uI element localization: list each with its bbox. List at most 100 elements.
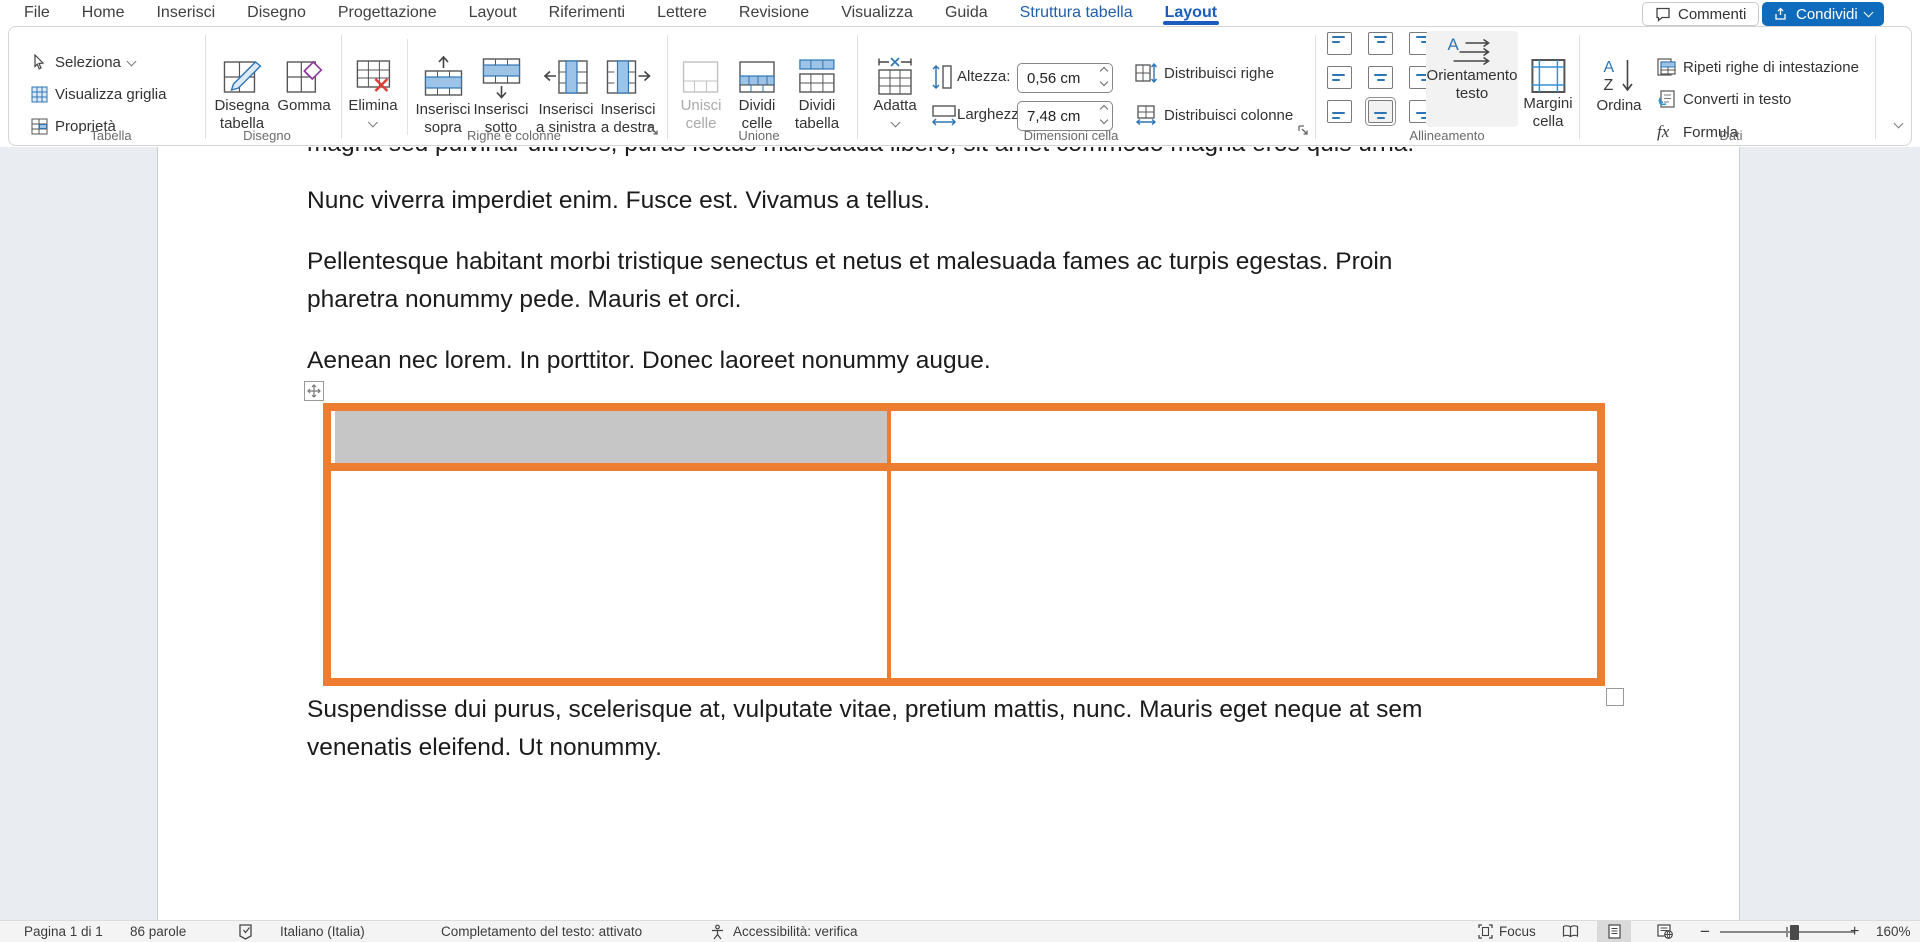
zoom-level[interactable]: 160% [1876,921,1911,942]
distribute-columns-button[interactable]: Distribuisci colonne [1135,105,1293,125]
formula-icon: fx [1657,122,1676,142]
language-indicator[interactable]: Italiano (Italia) [280,921,365,942]
insert-left-icon [542,55,590,101]
share-button[interactable]: Condividi [1762,2,1884,26]
dialog-launcher-icon[interactable] [647,124,660,137]
group-label-dimensioni-cella: Dimensioni cella [1024,128,1119,143]
text-completion-indicator[interactable]: Completamento del testo: attivato [441,921,642,942]
column-width-value[interactable] [1018,102,1112,130]
tab-progettazione[interactable]: Progettazione [332,4,443,22]
align-top-left-button[interactable] [1327,32,1352,55]
group-divider [857,35,858,139]
table-cell[interactable] [891,411,1597,463]
row-height-stepper[interactable] [1101,68,1107,85]
group-divider [1315,35,1316,139]
read-mode-button[interactable] [1553,921,1587,942]
table-border-left[interactable] [323,403,331,686]
repeat-header-rows-button[interactable]: Ripeti righe di intestazione [1657,58,1859,76]
group-divider [667,35,668,139]
distribute-rows-button[interactable]: Distribuisci righe [1135,63,1274,83]
insert-above-button[interactable]: Inserisci sopra [415,55,470,137]
draw-table-button[interactable]: Disegna tabella [214,57,269,133]
tab-file[interactable]: File [18,4,56,22]
split-table-button[interactable]: Dividi tabella [795,57,839,133]
tab-home[interactable]: Home [76,4,131,22]
table-border-right[interactable] [1597,403,1605,686]
comments-button[interactable]: Commenti [1642,2,1759,26]
convert-to-text-button[interactable]: Converti in testo [1657,90,1791,108]
title-bar: File Home Inserisci Disegno Progettazion… [0,0,1920,26]
proofing-book-icon[interactable] [238,921,253,942]
focus-icon [1478,924,1493,939]
print-layout-button[interactable] [1597,921,1631,942]
text-direction-button[interactable]: A Orientamento testo [1426,31,1518,127]
table-border-bottom[interactable] [323,678,1605,686]
align-bottom-center-button[interactable] [1368,100,1393,123]
collapse-ribbon-icon[interactable] [1894,119,1904,129]
svg-text:A: A [1448,35,1460,54]
tab-layout[interactable]: Layout [463,4,523,22]
eraser-button[interactable]: Gomma [277,57,330,115]
align-center-button[interactable] [1368,66,1393,89]
chevron-down-icon[interactable] [1863,8,1873,18]
insert-above-icon [419,55,467,101]
delete-table-button[interactable]: Elimina [348,57,397,126]
row-height-value[interactable] [1018,64,1112,92]
group-label-dati: Dati [1719,128,1742,143]
table-border-top[interactable] [323,403,1605,411]
tab-visualizza[interactable]: Visualizza [835,4,919,22]
distribute-columns-icon [1135,105,1157,125]
split-cells-icon [737,57,777,97]
sort-button[interactable]: A Z Ordina [1596,57,1641,115]
dialog-launcher-icon[interactable] [1297,124,1310,137]
table-cell[interactable] [331,471,887,678]
table-resize-handle[interactable] [1606,688,1624,706]
split-cells-button[interactable]: Dividi celle [737,57,777,133]
table-properties-icon [31,118,48,135]
tab-revisione[interactable]: Revisione [733,4,815,22]
view-gridlines-button[interactable]: Visualizza griglia [31,86,166,103]
align-top-center-button[interactable] [1368,32,1393,55]
table-cell[interactable] [891,471,1597,678]
autofit-button[interactable]: Adatta [873,55,917,126]
zoom-in-button[interactable]: + [1850,921,1859,942]
document-page[interactable]: magna sed pulvinar ultricies, purus lect… [157,147,1740,920]
row-height-input[interactable] [1017,63,1113,93]
align-center-left-button[interactable] [1327,66,1352,89]
tab-inserisci[interactable]: Inserisci [150,4,221,22]
group-label-tabella: Tabella [90,128,131,143]
column-width-input[interactable] [1017,101,1113,131]
select-menu-button[interactable]: Seleziona [31,54,135,71]
delete-table-icon [353,57,393,97]
tab-disegno[interactable]: Disegno [241,4,312,22]
table-cell-selected[interactable] [335,411,887,463]
group-label-disegno: Disegno [243,128,291,143]
eraser-icon [284,57,324,97]
cell-margins-button[interactable]: Margini cella [1523,57,1572,131]
align-bottom-left-button[interactable] [1327,100,1352,123]
tab-riferimenti[interactable]: Riferimenti [543,4,631,22]
tab-struttura-tabella[interactable]: Struttura tabella [1014,4,1139,22]
zoom-slider-thumb[interactable] [1790,925,1799,940]
page-indicator[interactable]: Pagina 1 di 1 [24,921,103,942]
row-height-label: Altezza: [957,68,1010,85]
doc-text-line-clipped: magna sed pulvinar ultricies, purus lect… [307,147,1414,163]
insert-left-button[interactable]: Inserisci a sinistra [536,55,596,137]
document-table[interactable] [323,403,1605,686]
document-area: magna sed pulvinar ultricies, purus lect… [0,147,1920,920]
tab-guida[interactable]: Guida [939,4,994,22]
column-width-icon [931,103,957,127]
select-cursor-icon [31,54,48,71]
accessibility-check[interactable]: Accessibilità: verifica [733,921,858,942]
focus-mode-button[interactable]: Focus [1478,921,1536,942]
word-count[interactable]: 86 parole [130,921,186,942]
table-row-divider[interactable] [323,463,1605,471]
column-width-stepper[interactable] [1101,106,1107,123]
doc-text-line: Nunc viverra imperdiet enim. Fusce est. … [307,182,930,220]
table-move-handle[interactable] [304,381,324,401]
tab-layout-table-active[interactable]: Layout [1159,4,1223,22]
web-layout-button[interactable] [1648,921,1682,942]
insert-below-button[interactable]: Inserisci sotto [473,55,528,137]
tab-lettere[interactable]: Lettere [651,4,713,22]
zoom-out-button[interactable]: − [1700,921,1710,942]
